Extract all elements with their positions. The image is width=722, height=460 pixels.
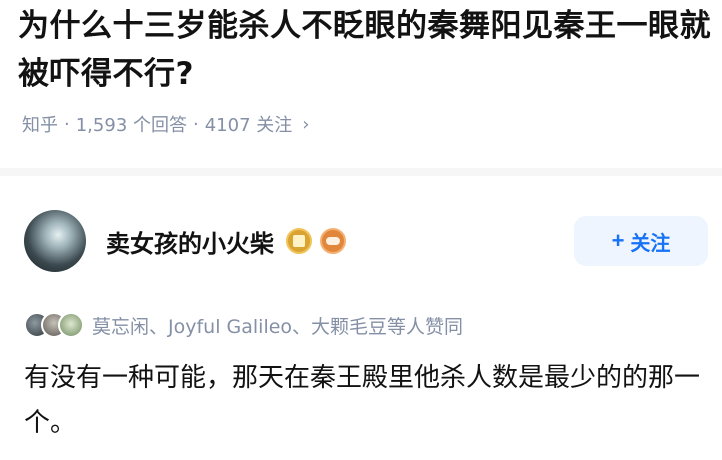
meta-follower-count: 4107 关注	[204, 115, 293, 136]
author-name[interactable]: 卖女孩的小火柴	[106, 224, 274, 259]
voter-avatars	[24, 312, 84, 338]
voter-avatar	[58, 312, 84, 338]
avatar[interactable]	[24, 210, 86, 272]
follow-button[interactable]: + 关注	[574, 216, 708, 266]
meta-separator: ·	[193, 113, 199, 135]
meta-answer-count: 1,593 个回答	[75, 115, 187, 136]
answer-content[interactable]: 有没有一种可能，那天在秦王殿里他杀人数是最少的的那一个。	[24, 356, 704, 446]
plus-icon: +	[611, 228, 625, 253]
meta-separator: ·	[64, 113, 70, 135]
follow-label: 关注	[630, 232, 671, 255]
author-row: 卖女孩的小火柴 + 关注	[24, 208, 714, 274]
level-badge-icon[interactable]	[320, 228, 346, 254]
question-meta[interactable]: 知乎 · 1,593 个回答 · 4107 关注 ›	[22, 108, 309, 140]
voters-text: 莫忘闲、Joyful Galileo、大颗毛豆等人赞同	[92, 315, 464, 338]
question-title[interactable]: 为什么十三岁能杀人不眨眼的秦舞阳见秦王一眼就被吓得不行?	[18, 2, 718, 98]
meta-source: 知乎	[22, 115, 58, 136]
chevron-right-icon: ›	[302, 113, 310, 135]
voters-row[interactable]: 莫忘闲、Joyful Galileo、大颗毛豆等人赞同	[24, 310, 463, 340]
shield-badge-icon[interactable]	[286, 228, 312, 254]
section-divider	[0, 168, 722, 176]
